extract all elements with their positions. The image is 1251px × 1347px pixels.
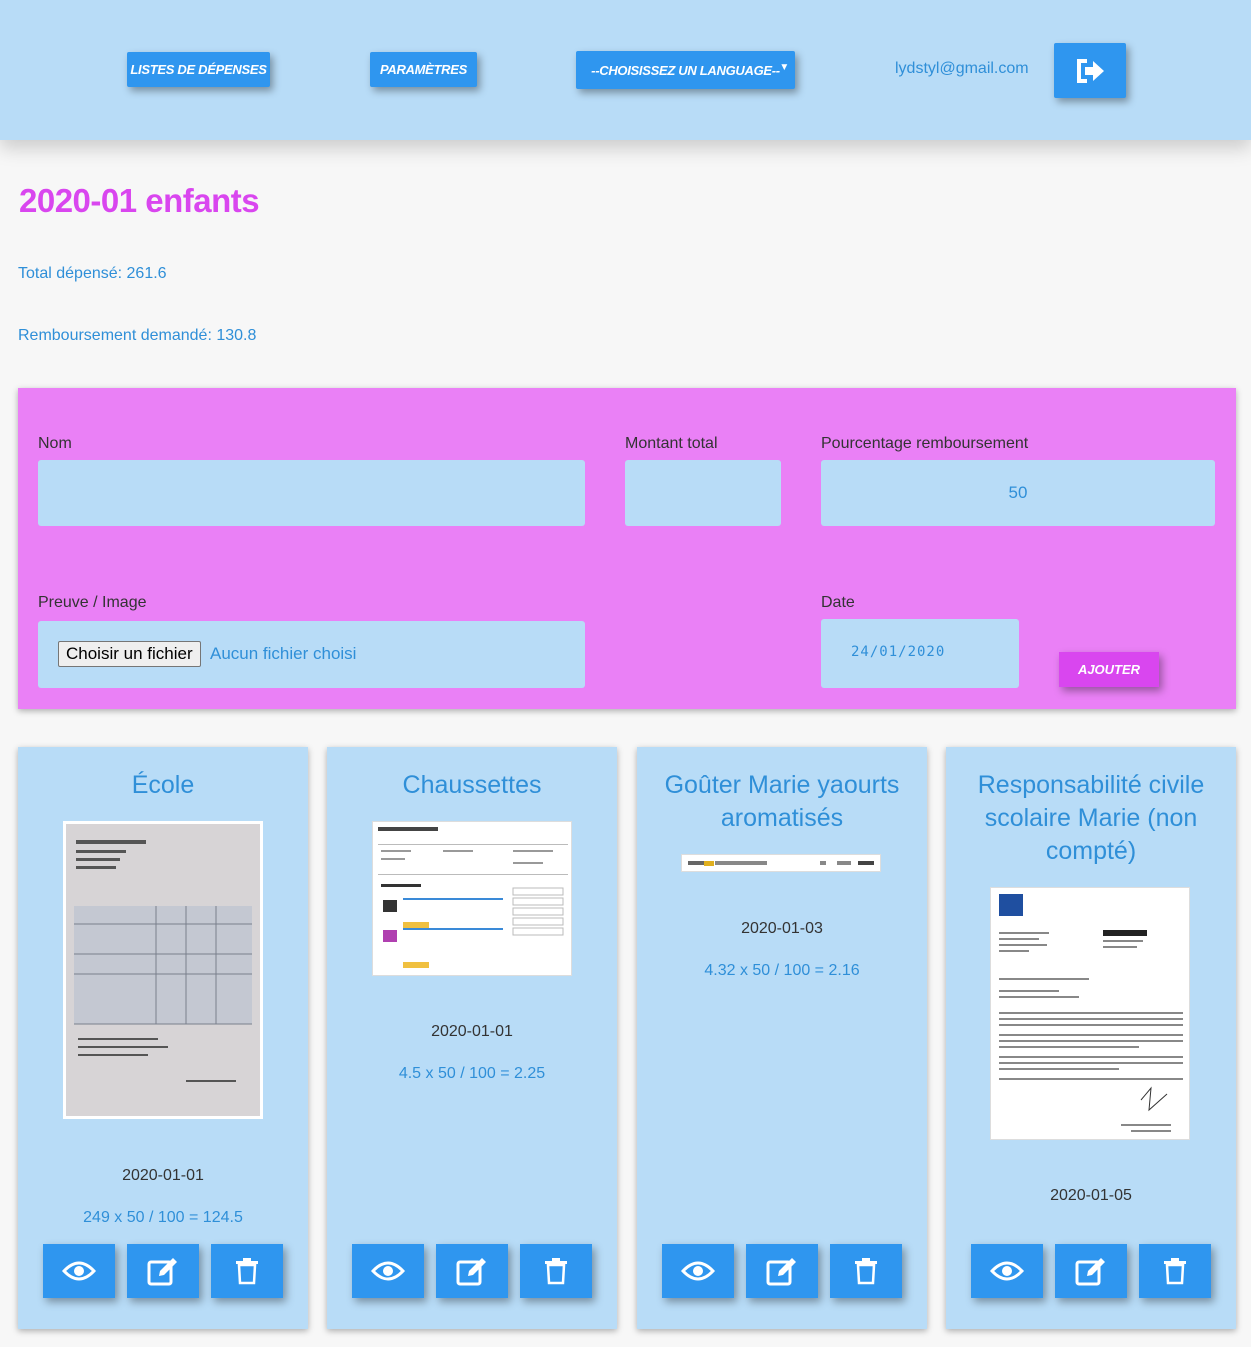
edit-button[interactable] <box>746 1244 818 1298</box>
view-button[interactable] <box>662 1244 734 1298</box>
edit-icon <box>766 1258 796 1286</box>
expense-lists-button[interactable]: Listes de dépenses <box>127 52 270 87</box>
expense-date: 2020-01-01 <box>122 1167 204 1184</box>
settings-button[interactable]: Paramètres <box>370 52 477 87</box>
expense-date: 2020-01-03 <box>741 920 823 937</box>
total-spent: Total dépensé: 261.6 <box>18 265 167 282</box>
percent-input[interactable]: 50 <box>821 460 1215 526</box>
expense-title: École <box>131 771 195 799</box>
sign-out-icon <box>1077 58 1104 83</box>
receipt-thumbnail <box>66 824 260 1116</box>
choose-file-button[interactable]: Choisir un fichier <box>58 641 201 667</box>
expense-date: 2020-01-01 <box>431 1023 513 1040</box>
language-select-value: --Choisissez un language-- <box>591 62 780 78</box>
edit-icon <box>147 1258 177 1286</box>
receipt-thumbnail <box>991 888 1189 1139</box>
name-label: Nom <box>38 435 72 452</box>
eye-icon <box>681 1261 715 1281</box>
edit-icon <box>456 1258 486 1286</box>
delete-button[interactable] <box>1139 1244 1211 1298</box>
delete-button[interactable] <box>520 1244 592 1298</box>
edit-icon <box>1075 1258 1105 1286</box>
expense-calculation: 4.32 x 50 / 100 = 2.16 <box>704 962 860 979</box>
eye-icon <box>371 1261 405 1281</box>
receipt-thumbnail <box>373 822 571 975</box>
date-label: Date <box>821 594 855 611</box>
expense-calculation: 4.5 x 50 / 100 = 2.25 <box>398 1065 546 1082</box>
expense-title: Goûter Marie yaourts aromatisés <box>664 771 900 832</box>
expense-card: Goûter Marie yaourts aromatisés 2020-01-… <box>637 747 927 1329</box>
language-select[interactable]: --Choisissez un language-- ▼ <box>576 51 795 89</box>
trash-icon <box>236 1258 258 1285</box>
expense-date: 2020-01-05 <box>1050 1187 1132 1204</box>
eye-icon <box>990 1261 1024 1281</box>
expense-card: École 2020-01-01 249 x 50 / 100 = 124.5 <box>18 747 308 1329</box>
expense-title: Chaussettes <box>402 771 542 799</box>
edit-button[interactable] <box>127 1244 199 1298</box>
edit-button[interactable] <box>1055 1244 1127 1298</box>
user-email: lydstyl@gmail.com <box>895 60 1029 77</box>
trash-icon <box>1164 1258 1186 1285</box>
receipt-image[interactable] <box>990 887 1190 1140</box>
logout-button[interactable] <box>1054 43 1126 98</box>
top-navbar: Listes de dépenses Paramètres --Choisiss… <box>0 0 1251 140</box>
delete-button[interactable] <box>830 1244 902 1298</box>
name-input[interactable] <box>38 460 585 526</box>
eye-icon <box>62 1261 96 1281</box>
proof-file-field: Choisir un fichier Aucun fichier choisi <box>38 621 585 688</box>
amount-label: Montant total <box>625 435 718 452</box>
view-button[interactable] <box>43 1244 115 1298</box>
chevron-down-icon: ▼ <box>779 62 789 73</box>
view-button[interactable] <box>352 1244 424 1298</box>
receipt-image[interactable] <box>63 821 263 1119</box>
receipt-thumbnail <box>682 855 880 871</box>
receipt-image[interactable] <box>372 821 572 976</box>
edit-button[interactable] <box>436 1244 508 1298</box>
date-value: 24/01/2020 <box>851 644 946 660</box>
percent-label: Pourcentage remboursement <box>821 435 1029 452</box>
add-expense-form: Nom Montant total Pourcentage remboursem… <box>18 388 1236 709</box>
view-button[interactable] <box>971 1244 1043 1298</box>
delete-button[interactable] <box>211 1244 283 1298</box>
trash-icon <box>545 1258 567 1285</box>
file-status: Aucun fichier choisi <box>210 644 357 663</box>
date-input[interactable]: 24/01/2020 <box>821 619 1019 688</box>
trash-icon <box>855 1258 877 1285</box>
expense-calculation: 249 x 50 / 100 = 124.5 <box>83 1209 243 1226</box>
receipt-image[interactable] <box>681 854 881 872</box>
expense-card: Chaussettes 2020-01-01 4.5 x 50 / 100 = … <box>327 747 617 1329</box>
refund-requested: Remboursement demandé: 130.8 <box>18 327 257 344</box>
proof-label: Preuve / Image <box>38 594 147 611</box>
add-button[interactable]: Ajouter <box>1059 652 1159 687</box>
expense-card: Responsabilité civile scolaire Marie (no… <box>946 747 1236 1329</box>
page-title: 2020-01 enfants <box>19 182 260 219</box>
amount-input[interactable] <box>625 460 781 526</box>
expense-title: Responsabilité civile scolaire Marie (no… <box>977 771 1205 865</box>
